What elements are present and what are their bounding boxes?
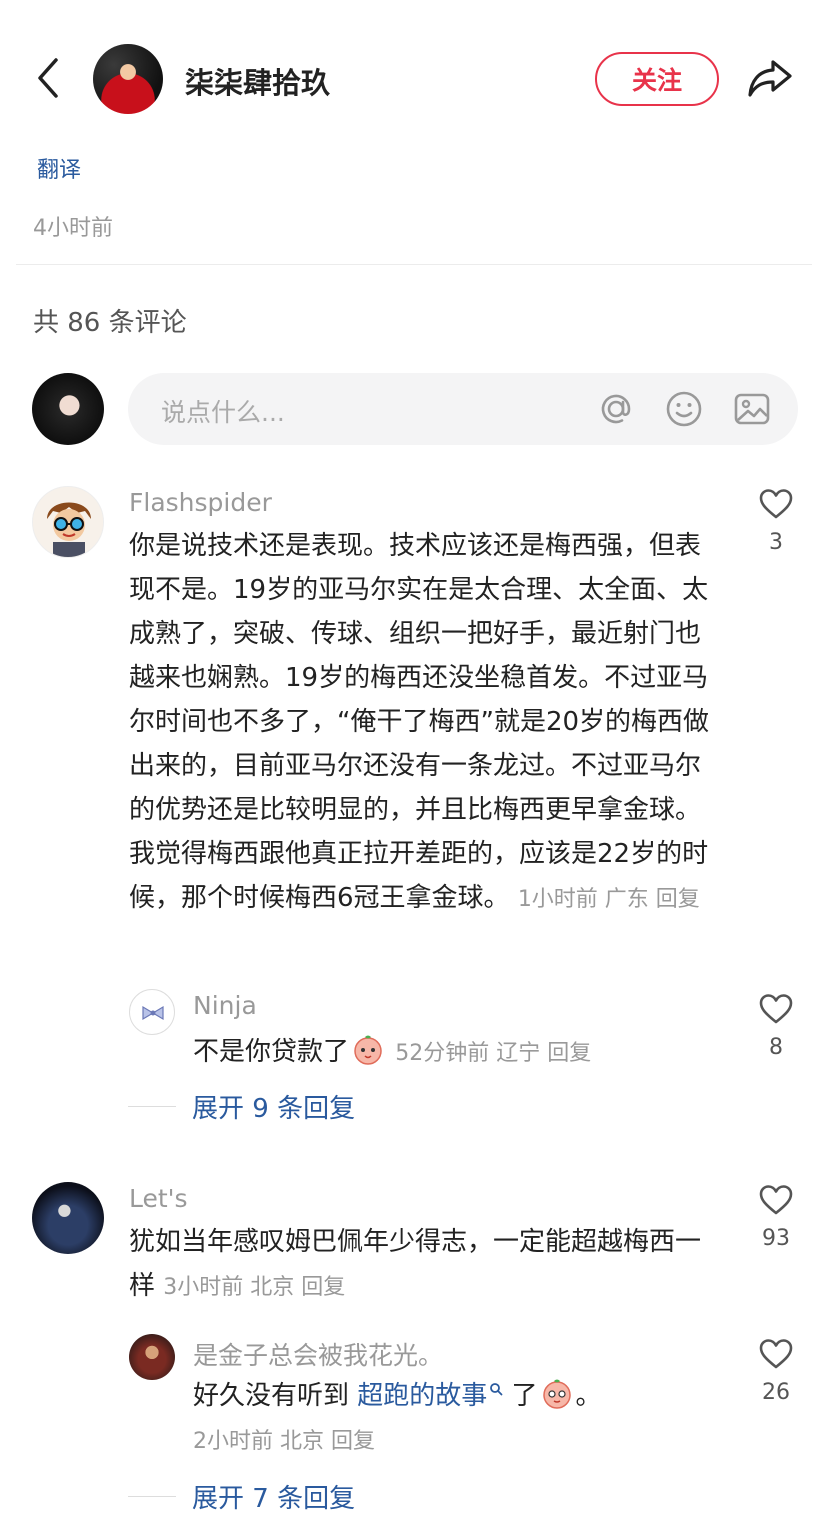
like-count: 93	[762, 1226, 790, 1251]
my-avatar	[32, 373, 104, 445]
expand-replies-button[interactable]: 展开 7 条回复	[128, 1478, 355, 1515]
expand-replies-button[interactable]: 展开 9 条回复	[128, 1088, 355, 1125]
comment-meta[interactable]: 1小时前 广东 回复	[518, 887, 700, 912]
heart-outline-icon	[759, 1339, 793, 1369]
cartoon-avatar-icon	[33, 487, 103, 557]
reply-avatar[interactable]	[129, 1334, 175, 1380]
smiley-icon[interactable]	[664, 389, 704, 429]
comment-input[interactable]: 说点什么...	[128, 373, 798, 445]
reply-body-start: 好久没有听到	[193, 1381, 358, 1411]
comment-text[interactable]: 你是说技术还是表现。技术应该还是梅西强，但表现不是。19岁的亚马尔实在是太合理、…	[129, 524, 719, 922]
back-button[interactable]	[30, 56, 70, 100]
like-button[interactable]: 8	[746, 993, 806, 1060]
comment-meta[interactable]: 3小时前 北京 回复	[163, 1275, 345, 1300]
share-button[interactable]	[746, 56, 794, 100]
like-count: 3	[769, 530, 783, 555]
comment-text[interactable]: 犹如当年感叹姆巴佩年少得志，一定能超越梅西一样 3小时前 北京 回复	[129, 1220, 719, 1310]
reply-username[interactable]: Ninja	[193, 991, 257, 1020]
search-icon	[490, 1383, 503, 1396]
like-button[interactable]: 3	[746, 488, 806, 555]
comment-username[interactable]: Let's	[129, 1184, 188, 1213]
post-header: 柒柒肆拾玖 关注	[0, 40, 828, 120]
translate-link[interactable]: 翻译	[37, 152, 81, 184]
user-avatar[interactable]	[32, 486, 104, 558]
post-time: 4小时前	[33, 216, 113, 241]
reply-meta[interactable]: 2小时前 北京 回复	[193, 1429, 375, 1454]
reply-username[interactable]: 是金子总会被我花光。	[193, 1336, 443, 1372]
reply-text[interactable]: 好久没有听到 超跑的故事 了 。 2小时前 北京 回复	[193, 1374, 733, 1464]
reply-body-mid: 了	[503, 1381, 538, 1411]
like-button[interactable]: 93	[746, 1184, 806, 1251]
expand-divider	[128, 1496, 176, 1497]
reply-body-end: 。	[575, 1381, 602, 1411]
expand-replies-label: 展开 9 条回复	[192, 1094, 356, 1124]
peach-emoji-icon	[542, 1379, 571, 1409]
follow-button[interactable]: 关注	[595, 52, 719, 106]
like-count: 8	[769, 1035, 783, 1060]
author-name[interactable]: 柒柒肆拾玖	[185, 60, 330, 102]
user-avatar[interactable]	[32, 1182, 104, 1254]
heart-outline-icon	[759, 994, 793, 1024]
comment-input-placeholder: 说点什么...	[161, 398, 285, 427]
search-keyword-link[interactable]: 超跑的故事	[357, 1381, 487, 1411]
reply-text[interactable]: 不是你贷款了 52分钟前 辽宁 回复	[193, 1030, 733, 1076]
divider	[16, 264, 812, 265]
reply-avatar[interactable]	[129, 989, 175, 1035]
comment-body: 你是说技术还是表现。技术应该还是梅西强，但表现不是。19岁的亚马尔实在是太合理、…	[129, 531, 710, 913]
comment-count: 共 86 条评论	[33, 308, 187, 338]
peach-emoji-icon	[354, 1035, 382, 1065]
reply-meta[interactable]: 52分钟前 辽宁 回复	[395, 1041, 591, 1066]
at-icon[interactable]	[596, 389, 636, 429]
image-icon[interactable]	[732, 389, 772, 429]
expand-replies-label: 展开 7 条回复	[192, 1484, 356, 1514]
expand-divider	[128, 1106, 176, 1107]
chevron-left-icon	[38, 58, 58, 98]
comment-username[interactable]: Flashspider	[129, 488, 272, 517]
heart-outline-icon	[759, 1185, 793, 1215]
heart-outline-icon	[759, 489, 793, 519]
share-arrow-icon	[748, 60, 792, 97]
like-button[interactable]: 26	[746, 1338, 806, 1405]
bow-icon	[142, 1005, 164, 1021]
like-count: 26	[762, 1380, 790, 1405]
reply-body: 不是你贷款了	[193, 1037, 350, 1067]
author-avatar[interactable]	[93, 44, 163, 114]
